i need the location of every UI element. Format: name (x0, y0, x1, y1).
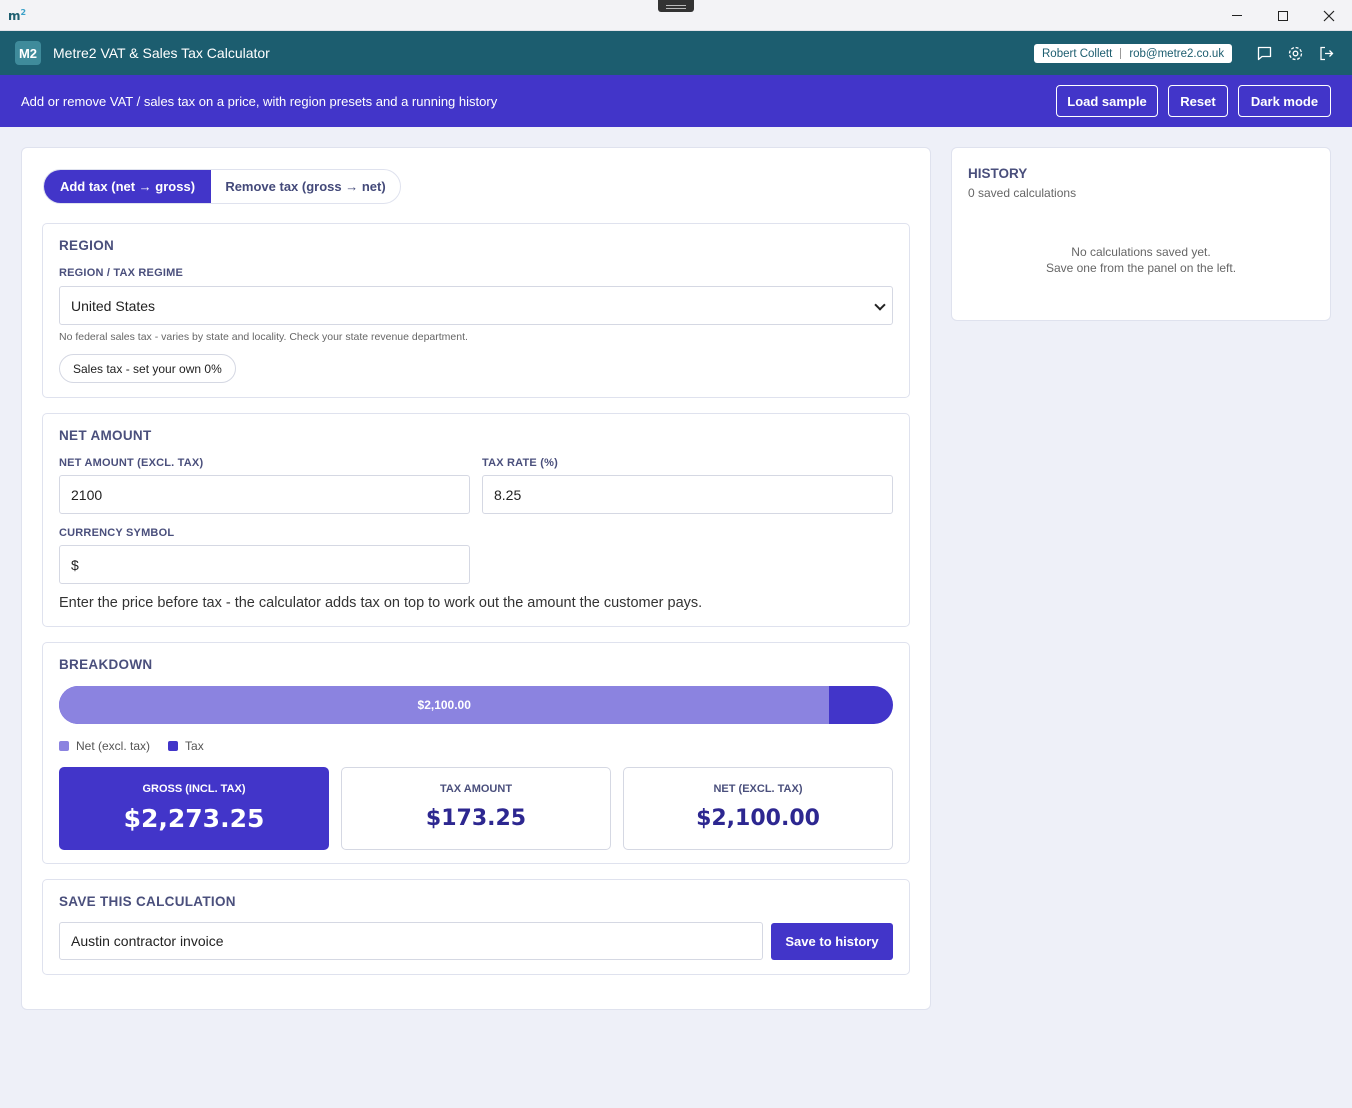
gross-total-card: GROSS (INCL. TAX) $2,273.25 (59, 767, 329, 850)
user-chip-divider (1120, 48, 1122, 59)
region-selected-value: United States (71, 297, 156, 314)
tab-add-tax[interactable]: Add tax (net → gross) (44, 170, 211, 203)
save-to-history-button[interactable]: Save to history (771, 923, 893, 960)
gross-value: $2,273.25 (123, 804, 265, 833)
breakdown-bar-net: $2,100.00 (59, 686, 830, 724)
tax-rate-input[interactable]: 8.25 (482, 475, 893, 514)
legend-tax-label: Tax (185, 739, 204, 753)
breakdown-bar: $2,100.00 (59, 686, 893, 724)
net-amount-input[interactable]: 2100 (59, 475, 470, 514)
tab-remove-tax[interactable]: Remove tax (gross → net) (211, 170, 400, 203)
currency-symbol-label: CURRENCY SYMBOL (59, 527, 175, 539)
history-heading: HISTORY (968, 166, 1028, 181)
reset-button[interactable]: Reset (1168, 85, 1228, 117)
top-banner: Add or remove VAT / sales tax on a price… (0, 75, 1352, 127)
legend-tax: Tax (168, 739, 204, 753)
app-title: Metre2 VAT & Sales Tax Calculator (53, 45, 270, 61)
minimize-button[interactable] (1214, 0, 1260, 31)
user-name: Robert Collett (1042, 47, 1113, 60)
net-amount-label: NET AMOUNT (EXCL. TAX) (59, 457, 204, 469)
legend-net-swatch (59, 741, 69, 751)
net-total-label: NET (EXCL. TAX) (713, 783, 803, 795)
breakdown-legend: Net (excl. tax) Tax (59, 739, 222, 753)
tax-amount-label: TAX AMOUNT (439, 783, 513, 795)
calculator-panel: Add tax (net → gross) Remove tax (gross … (21, 147, 931, 1010)
window-drag-handle[interactable] (658, 0, 694, 12)
maximize-icon (1278, 10, 1288, 21)
minimize-icon (1232, 15, 1242, 16)
net-amount-card: NET AMOUNT NET AMOUNT (EXCL. TAX) 2100 T… (42, 413, 910, 627)
region-label: REGION / TAX REGIME (59, 267, 183, 279)
mode-toggle: Add tax (net → gross) Remove tax (gross … (43, 169, 401, 204)
app-header: M2 Metre2 VAT & Sales Tax Calculator Rob… (0, 31, 1352, 75)
net-amount-heading: NET AMOUNT (59, 428, 152, 443)
close-icon (1323, 10, 1335, 21)
region-note: No federal sales tax - varies by state a… (59, 331, 468, 343)
save-heading: SAVE THIS CALCULATION (59, 894, 236, 909)
breakdown-card: BREAKDOWN $2,100.00 Net (excl. tax) Tax … (42, 642, 910, 864)
logout-icon[interactable] (1318, 45, 1335, 62)
banner-tagline: Add or remove VAT / sales tax on a price… (21, 94, 498, 109)
dark-mode-button[interactable]: Dark mode (1238, 85, 1331, 117)
net-total-card: NET (EXCL. TAX) $2,100.00 (623, 767, 893, 850)
history-empty-state: No calculations saved yet. Save one from… (952, 244, 1330, 276)
chevron-down-icon (874, 299, 886, 311)
settings-icon[interactable] (1287, 45, 1304, 62)
app-logo: m2 (8, 8, 27, 23)
save-card: SAVE THIS CALCULATION Austin contractor … (42, 879, 910, 975)
tax-preset-chip[interactable]: Sales tax - set your own 0% (59, 354, 236, 383)
history-count: 0 saved calculations (968, 186, 1077, 200)
legend-net-label: Net (excl. tax) (76, 739, 151, 753)
region-select[interactable]: United States (59, 286, 893, 325)
region-heading: REGION (59, 238, 115, 253)
window-titlebar: m2 (0, 0, 1352, 31)
history-empty-line-2: Save one from the panel on the left. (1045, 261, 1237, 275)
region-card: REGION REGION / TAX REGIME United States… (42, 223, 910, 398)
breakdown-heading: BREAKDOWN (59, 657, 153, 672)
close-button[interactable] (1306, 0, 1352, 31)
calculation-name-input[interactable]: Austin contractor invoice (59, 922, 763, 960)
maximize-button[interactable] (1260, 0, 1306, 31)
user-chip[interactable]: Robert Collett rob@metre2.co.uk (1034, 44, 1233, 63)
load-sample-button[interactable]: Load sample (1056, 85, 1158, 117)
legend-tax-swatch (168, 741, 179, 751)
gross-label: GROSS (INCL. TAX) (142, 783, 246, 795)
feedback-icon[interactable] (1256, 45, 1273, 62)
tax-amount-value: $173.25 (425, 806, 527, 831)
history-empty-line-1: No calculations saved yet. (1071, 245, 1211, 259)
net-amount-help: Enter the price before tax - the calcula… (59, 595, 703, 611)
user-email: rob@metre2.co.uk (1129, 47, 1225, 60)
net-total-value: $2,100.00 (696, 806, 820, 831)
tax-amount-card: TAX AMOUNT $173.25 (341, 767, 611, 850)
tax-rate-label: TAX RATE (%) (482, 457, 558, 469)
history-panel: HISTORY 0 saved calculations No calculat… (951, 147, 1331, 321)
app-badge: M2 (15, 41, 41, 65)
legend-net: Net (excl. tax) (59, 739, 150, 753)
currency-symbol-input[interactable]: $ (59, 545, 470, 584)
